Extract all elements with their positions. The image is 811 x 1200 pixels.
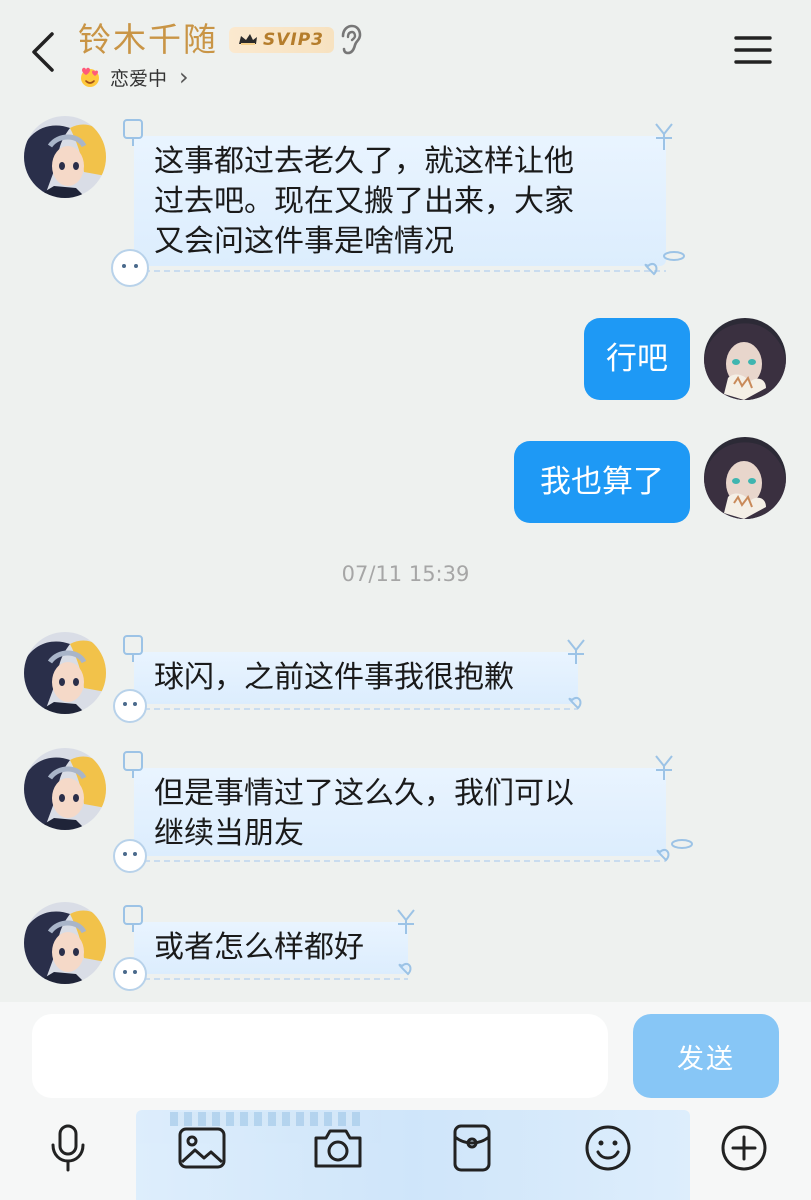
camera-button[interactable] [312,1122,364,1174]
anime-avatar-icon [24,748,106,830]
message-text-line: 继续当朋友 [154,816,304,851]
message-bubble-incoming[interactable]: 这事都过去老久了，就这样让他 过去吧。现在又搬了出来，大家 又会问这件事是啥情况 [134,136,666,272]
anime-avatar-icon [704,318,786,400]
status-text: 恋爱中 [110,67,168,90]
svip-badge[interactable]: SVIP3 [229,27,335,53]
back-button[interactable] [22,26,62,78]
ear-mode-button[interactable] [334,22,366,58]
self-avatar[interactable] [704,318,786,400]
chat-screen: 铃木千随 SVIP3 恋爱中 › 这事都过去老久了，就这样让他 过去吧。现在又搬… [0,0,811,1200]
crown-icon [239,34,257,45]
message-text-line: 或者怎么样都好 [154,930,364,965]
hamburger-menu-icon [734,36,772,64]
more-button[interactable] [718,1122,770,1174]
anime-avatar-icon [24,116,106,198]
chevron-left-icon [32,32,54,72]
ear-icon [341,24,362,55]
message-text-line: 这事都过去老久了，就这样让他 [154,144,574,179]
chat-header: 铃木千随 SVIP3 恋爱中 › [0,0,811,108]
anime-avatar-icon [704,437,786,519]
message-text: 我也算了 [540,464,664,500]
contact-avatar[interactable] [24,632,106,714]
message-input[interactable] [32,1014,608,1098]
message-text-line: 过去吧。现在又搬了出来，大家 [154,184,574,219]
contact-name[interactable]: 铃木千随 [78,18,218,62]
send-button[interactable]: 发送 [633,1014,779,1098]
message-text-line: 球闪，之前这件事我很抱歉 [154,660,514,695]
menu-button[interactable] [730,30,776,70]
image-icon [178,1127,226,1169]
microphone-icon [51,1124,85,1172]
message-timestamp: 07/11 15:39 [341,562,470,586]
anime-avatar-icon [24,632,106,714]
message-bubble-outgoing[interactable]: 我也算了 [514,441,690,523]
self-avatar[interactable] [704,437,786,519]
photo-button[interactable] [176,1122,228,1174]
camera-icon [314,1129,362,1168]
relationship-status[interactable]: 恋爱中 › [78,62,189,92]
message-text-line: 又会问这件事是啥情况 [154,224,454,259]
message-text-line: 但是事情过了这么久，我们可以 [154,776,574,811]
contact-avatar[interactable] [24,748,106,830]
message-bubble-outgoing[interactable]: 行吧 [584,318,690,400]
emoji-icon [585,1125,631,1171]
plus-icon [721,1125,767,1171]
chevron-right-icon: › [179,63,189,91]
message-bubble-incoming[interactable]: 球闪，之前这件事我很抱歉 [134,652,578,710]
contact-avatar[interactable] [24,902,106,984]
red-packet-icon [453,1124,491,1172]
svip-label: SVIP3 [263,30,325,50]
love-face-icon [81,67,99,87]
anime-avatar-icon [24,902,106,984]
message-text: 行吧 [606,341,668,377]
emoji-button[interactable] [582,1122,634,1174]
voice-button[interactable] [42,1122,94,1174]
message-bubble-incoming[interactable]: 或者怎么样都好 [134,922,408,980]
red-packet-button[interactable] [446,1122,498,1174]
contact-avatar[interactable] [24,116,106,198]
message-bubble-incoming[interactable]: 但是事情过了这么久，我们可以 继续当朋友 [134,768,666,862]
